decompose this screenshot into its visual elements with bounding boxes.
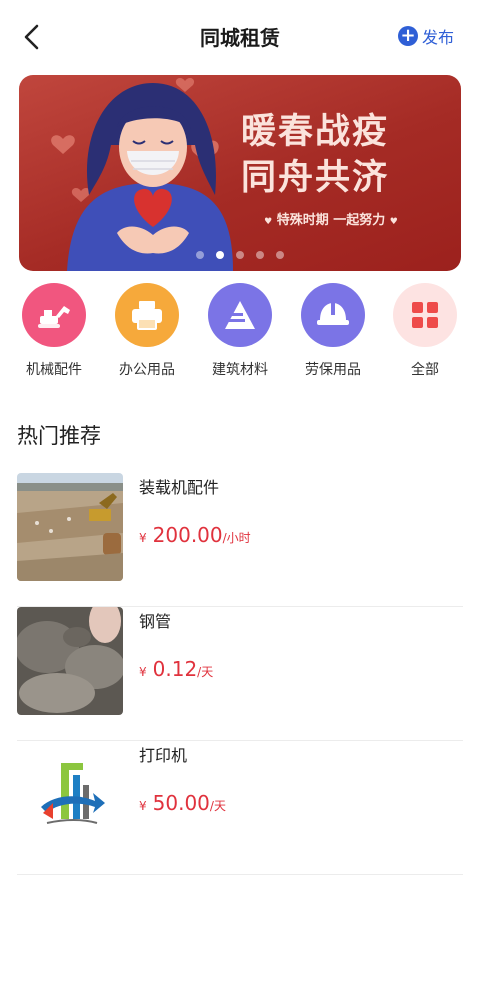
banner-headline: 暖春战疫 同舟共济 bbox=[241, 109, 389, 201]
currency-symbol: ¥ bbox=[139, 665, 147, 679]
currency-symbol: ¥ bbox=[139, 531, 147, 545]
category-machinery-parts[interactable]: 机械配件 bbox=[8, 283, 100, 379]
carousel-dot[interactable] bbox=[256, 251, 264, 259]
price-value: 50.00 bbox=[152, 791, 210, 815]
price-unit: /天 bbox=[209, 799, 226, 813]
category-grid: 机械配件 办公用品 建筑材料 劳保用品 全部 bbox=[0, 283, 480, 383]
category-label: 劳保用品 bbox=[305, 362, 361, 378]
category-all[interactable]: 全部 bbox=[379, 283, 471, 379]
item-price: ¥ 200.00 /小时 bbox=[139, 523, 251, 547]
carousel-dot[interactable] bbox=[196, 251, 204, 259]
item-thumbnail bbox=[17, 607, 123, 715]
price-value: 0.12 bbox=[152, 657, 198, 681]
category-building-materials[interactable]: 建筑材料 bbox=[194, 283, 286, 379]
banner-line-1: 暖春战疫 bbox=[241, 112, 390, 152]
promo-banner[interactable]: 暖春战疫 同舟共济 ♥ 特殊时期 一起努力 ♥ bbox=[19, 75, 461, 271]
building-material-icon bbox=[208, 283, 272, 347]
item-name: 钢管 bbox=[139, 612, 172, 631]
section-title: 热门推荐 bbox=[17, 424, 101, 448]
category-label: 办公用品 bbox=[119, 362, 175, 378]
carousel-dot[interactable] bbox=[276, 251, 284, 259]
list-item[interactable]: 装载机配件 ¥ 200.00 /小时 bbox=[17, 473, 463, 607]
printer-icon bbox=[115, 283, 179, 347]
price-unit: /小时 bbox=[222, 531, 251, 545]
carousel-dot-active[interactable] bbox=[216, 251, 224, 259]
category-label: 建筑材料 bbox=[212, 362, 268, 378]
carousel-indicator bbox=[19, 251, 461, 259]
item-thumbnail bbox=[17, 473, 123, 581]
category-label: 全部 bbox=[411, 362, 439, 378]
price-unit: /天 bbox=[197, 665, 214, 679]
category-office-supplies[interactable]: 办公用品 bbox=[101, 283, 193, 379]
plus-circle-icon: + bbox=[397, 26, 418, 46]
item-thumbnail bbox=[17, 741, 123, 849]
price-value: 200.00 bbox=[152, 523, 223, 547]
category-labor-protection[interactable]: 劳保用品 bbox=[287, 283, 379, 379]
currency-symbol: ¥ bbox=[139, 799, 147, 813]
item-price: ¥ 50.00 /天 bbox=[139, 791, 226, 815]
item-price: ¥ 0.12 /天 bbox=[139, 657, 213, 681]
top-bar: 同城租赁 + 发布 bbox=[0, 0, 480, 72]
safety-helmet-icon bbox=[301, 283, 365, 347]
banner-line-2: 同舟共济 bbox=[241, 158, 390, 198]
publish-button[interactable]: + 发布 bbox=[397, 24, 454, 48]
item-name: 打印机 bbox=[139, 746, 188, 765]
list-item[interactable]: 钢管 ¥ 0.12 /天 bbox=[17, 607, 463, 741]
banner-subtitle: ♥ 特殊时期 一起努力 ♥ bbox=[264, 213, 398, 228]
item-name: 装载机配件 bbox=[139, 478, 220, 497]
banner-subtitle-text: 特殊时期 一起努力 bbox=[276, 213, 386, 228]
excavator-icon bbox=[22, 283, 86, 347]
list-item[interactable]: 打印机 ¥ 50.00 /天 bbox=[17, 741, 463, 875]
publish-label: 发布 bbox=[421, 28, 454, 47]
banner-illustration bbox=[51, 78, 233, 271]
carousel-dot[interactable] bbox=[236, 251, 244, 259]
grid-icon bbox=[393, 283, 457, 347]
category-label: 机械配件 bbox=[26, 362, 82, 378]
